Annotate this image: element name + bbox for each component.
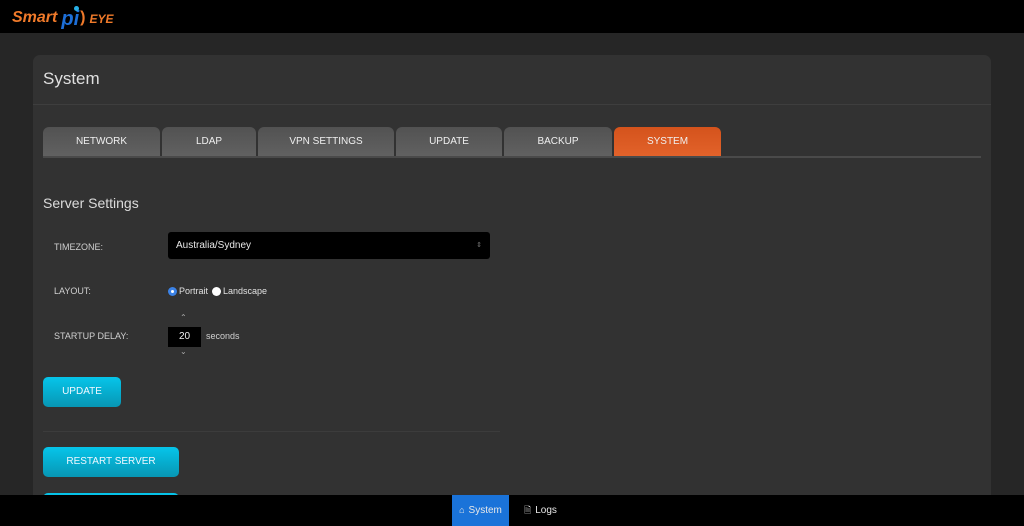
tab-system[interactable]: SYSTEM xyxy=(614,127,721,156)
startup-delay-label: STARTUP DELAY: xyxy=(54,331,129,341)
nav-system-label: System xyxy=(468,505,502,516)
startup-delay-input[interactable]: 20 xyxy=(168,327,201,347)
portrait-label[interactable]: Portrait xyxy=(179,286,208,296)
tab-update[interactable]: UPDATE xyxy=(396,127,502,156)
bottom-nav: ⌂ System 🗎 Logs xyxy=(0,495,1024,526)
select-arrows-icon: ⇕ xyxy=(476,242,482,249)
tab-backup[interactable]: BACKUP xyxy=(504,127,612,156)
logo-eye-text: EYE xyxy=(89,12,114,26)
tab-network[interactable]: NETWORK xyxy=(43,127,160,156)
layout-label: LAYOUT: xyxy=(54,286,91,296)
timezone-value: Australia/Sydney xyxy=(176,240,252,251)
landscape-label[interactable]: Landscape xyxy=(223,286,267,296)
logo-arc-icon: ) xyxy=(80,9,86,26)
nav-logs-label: Logs xyxy=(535,505,557,516)
portrait-radio[interactable] xyxy=(168,286,177,296)
tab-ldap[interactable]: LDAP xyxy=(162,127,256,156)
landscape-radio[interactable] xyxy=(212,286,222,296)
increment-chevron-up-icon[interactable]: ⌃ xyxy=(180,313,187,322)
smart-pi-eye-logo: Smart pi ) EYE xyxy=(12,6,114,30)
timezone-select[interactable]: Australia/Sydney ⇕ xyxy=(168,232,490,259)
decrement-chevron-down-icon[interactable]: ⌄ xyxy=(180,347,187,356)
settings-tabs: NETWORK LDAP VPN SETTINGS UPDATE BACKUP … xyxy=(43,127,981,158)
timezone-label: TIMEZONE: xyxy=(54,242,103,252)
restart-server-button[interactable]: RESTART SERVER xyxy=(43,447,179,477)
update-button[interactable]: UPDATE xyxy=(43,377,121,407)
document-icon: 🗎 xyxy=(524,505,532,515)
tab-vpn-settings[interactable]: VPN SETTINGS xyxy=(258,127,394,156)
section-divider xyxy=(43,431,500,432)
top-bar: Smart pi ) EYE xyxy=(0,0,1024,33)
layout-radio-group: Portrait Landscape xyxy=(168,286,267,296)
page-title: System xyxy=(43,69,100,88)
nav-system[interactable]: ⌂ System xyxy=(452,495,509,526)
seconds-unit-label: seconds xyxy=(206,331,240,341)
logo-smart-text: Smart xyxy=(12,9,58,26)
system-panel: System NETWORK LDAP VPN SETTINGS UPDATE … xyxy=(33,55,991,523)
logo-pi-text: pi xyxy=(61,6,80,30)
nav-logs[interactable]: 🗎 Logs xyxy=(524,495,564,526)
home-icon: ⌂ xyxy=(459,505,465,515)
panel-divider xyxy=(33,104,991,105)
logo-pi-label: pi xyxy=(61,8,80,30)
server-settings-heading: Server Settings xyxy=(43,195,139,211)
